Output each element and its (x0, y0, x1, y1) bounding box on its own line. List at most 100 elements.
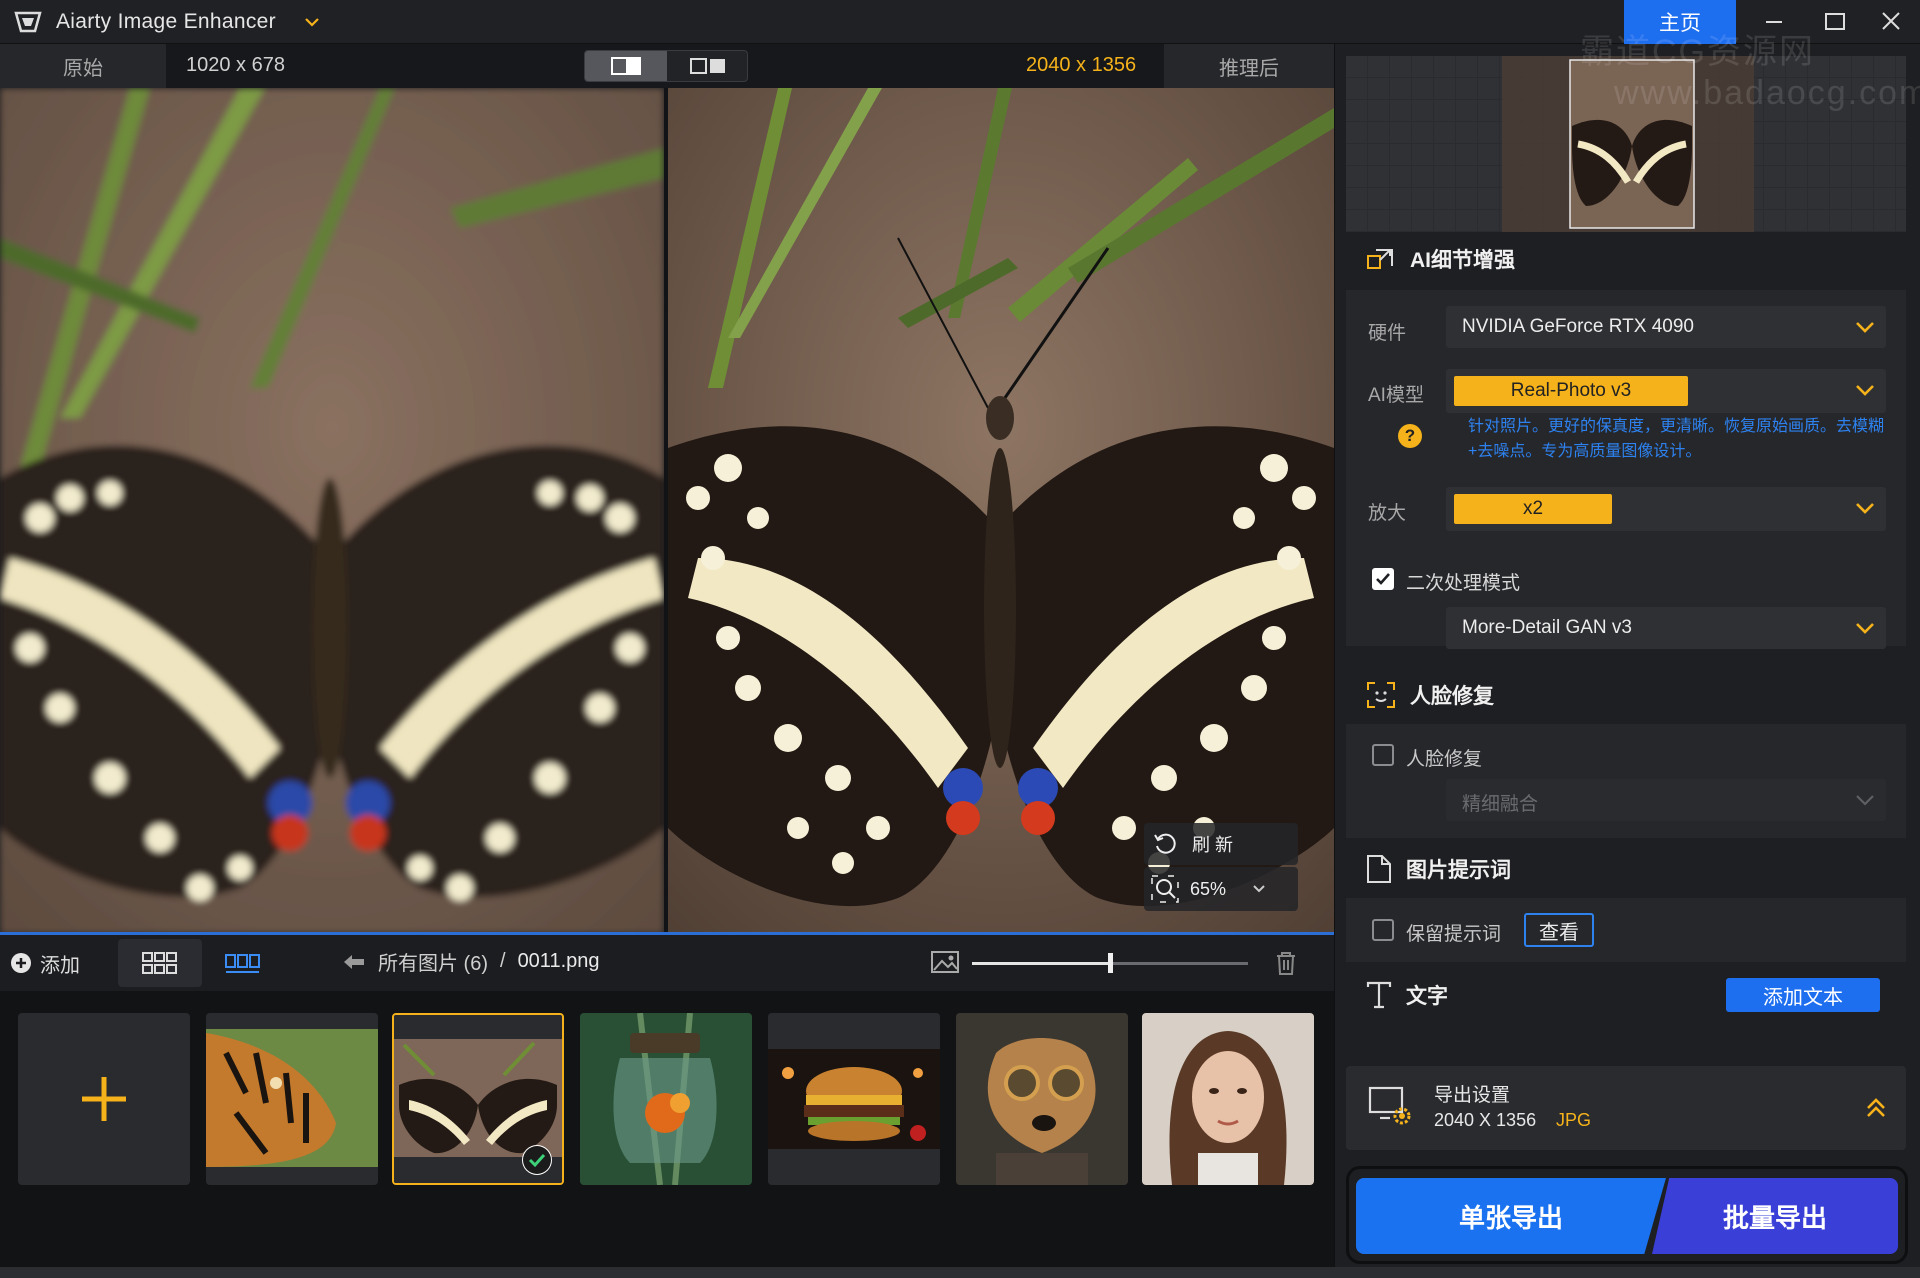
face-repair-checkbox[interactable] (1372, 744, 1394, 766)
text-title: 文字 (1406, 985, 1448, 1008)
scale-dropdown[interactable]: x2 (1446, 487, 1886, 531)
image-prompt-title: 图片提示词 (1406, 859, 1511, 882)
export-settings-card[interactable]: 导出设置 2040 X 1356 JPG (1346, 1066, 1906, 1150)
add-label: 添加 (40, 954, 80, 977)
butterfly-enhanced-image (668, 88, 1334, 934)
export-size: 2040 X 1356 (1434, 1110, 1537, 1130)
scale-value: x2 (1454, 494, 1612, 524)
single-view-icon (611, 57, 641, 75)
original-label: 原始 (0, 44, 166, 88)
original-preview[interactable] (0, 88, 664, 934)
view-prompt-button[interactable]: 查看 (1524, 913, 1594, 947)
add-images-button[interactable]: 添加 (0, 935, 116, 991)
export-format: JPG (1556, 1110, 1592, 1130)
model-value: Real-Photo v3 (1454, 376, 1688, 406)
bottom-status-bar (0, 1267, 1920, 1278)
slider-handle[interactable] (1108, 953, 1113, 973)
text-header: 文字 (1366, 980, 1448, 1010)
thumbnail-jar-forest[interactable] (580, 1013, 752, 1185)
refresh-icon (1154, 833, 1176, 854)
steampunk-dog-image (956, 1013, 1128, 1185)
enhanced-preview[interactable] (668, 88, 1334, 934)
ai-enhance-header: AI细节增强 (1366, 244, 1515, 274)
model-description: 针对照片。更好的保真度，更清晰。恢复原始画质。去模糊+去噪点。专为高质量图像设计… (1468, 418, 1885, 460)
enhance-icon (1367, 249, 1393, 269)
batch-export-button[interactable]: 批量导出 (1652, 1178, 1898, 1254)
watermark-text: 霸道CG资源网 (1580, 33, 1815, 71)
breadcrumb-file: 0011.png (517, 950, 600, 972)
original-size: 1020 x 678 (186, 54, 285, 76)
help-icon[interactable]: ? (1398, 424, 1422, 448)
maximize-icon[interactable] (1816, 8, 1852, 36)
add-circle-icon (11, 953, 31, 973)
strip-view-button[interactable] (208, 939, 278, 987)
face-mode-value: 精细融合 (1462, 794, 1539, 815)
close-icon[interactable] (1872, 8, 1908, 36)
thumbnail-burger[interactable] (768, 1013, 940, 1185)
face-mode-dropdown: 精细融合 (1446, 779, 1886, 821)
keep-prompt-label: 保留提示词 (1406, 924, 1502, 945)
breadcrumb: 所有图片 (6) / 0011.png (342, 947, 600, 976)
view-mode-toggle[interactable] (584, 50, 748, 82)
app-logo-icon (14, 11, 42, 33)
ai-enhance-title: AI细节增强 (1410, 249, 1515, 272)
chevron-down-icon[interactable] (304, 14, 320, 30)
butterfly-original-image (0, 88, 664, 934)
face-repair-label: 人脸修复 (1406, 749, 1483, 770)
single-view-button[interactable] (585, 51, 667, 81)
app-title: Aiarty Image Enhancer (56, 10, 276, 33)
scale-label: 放大 (1368, 503, 1407, 524)
after-label: 推理后 (1164, 44, 1334, 88)
second-pass-label: 二次处理模式 (1406, 573, 1521, 594)
slider-fill (972, 962, 1110, 965)
hardware-value: NVIDIA GeForce RTX 4090 (1462, 316, 1694, 337)
thumbnail-tiger[interactable] (206, 1013, 378, 1185)
portrait-image (1142, 1013, 1314, 1185)
zoom-dropdown[interactable]: 65% (1144, 867, 1298, 911)
second-pass-checkbox[interactable] (1372, 568, 1394, 590)
keep-prompt-checkbox[interactable] (1372, 919, 1394, 941)
model-label: AI模型 (1368, 385, 1424, 406)
second-pass-dropdown[interactable]: More-Detail GAN v3 (1446, 607, 1886, 649)
watermark-url: www.badaocg.com (1614, 74, 1920, 112)
face-repair-title: 人脸修复 (1410, 685, 1494, 708)
back-arrow-icon[interactable] (342, 953, 366, 971)
face-repair-header: 人脸修复 (1366, 680, 1494, 710)
double-chevron-up-icon[interactable] (1864, 1096, 1888, 1120)
thumbnail-steampunk-dog[interactable] (956, 1013, 1128, 1185)
jar-forest-image (580, 1013, 752, 1185)
chevron-down-icon (1856, 322, 1874, 333)
tiger-image (206, 1013, 378, 1185)
add-image-tile[interactable] (18, 1013, 190, 1185)
refresh-button[interactable]: 刷 新 (1144, 823, 1298, 865)
second-pass-value: More-Detail GAN v3 (1462, 617, 1632, 638)
thumbnail-portrait[interactable] (1142, 1013, 1314, 1185)
split-view-icon (690, 58, 725, 74)
single-export-button[interactable]: 单张导出 (1356, 1178, 1666, 1254)
zoom-icon (1151, 875, 1179, 903)
chevron-down-icon (1856, 623, 1874, 634)
hardware-dropdown[interactable]: NVIDIA GeForce RTX 4090 (1446, 306, 1886, 348)
export-settings-icon (1368, 1086, 1411, 1125)
plus-icon (82, 1077, 126, 1121)
model-dropdown[interactable]: Real-Photo v3 (1446, 369, 1886, 413)
output-size: 2040 x 1356 (1026, 54, 1137, 76)
selected-check-icon (522, 1145, 552, 1175)
grid-view-button[interactable] (118, 939, 202, 987)
hardware-label: 硬件 (1368, 323, 1407, 344)
face-scan-icon (1367, 682, 1395, 708)
breadcrumb-separator: / (500, 950, 506, 972)
chevron-down-icon (1856, 503, 1874, 514)
check-icon (1376, 573, 1390, 585)
refresh-label: 刷 新 (1192, 835, 1234, 855)
breadcrumb-all-images[interactable]: 所有图片 (6) (378, 947, 488, 976)
split-view-button[interactable] (667, 51, 747, 81)
chevron-down-icon (1856, 795, 1874, 806)
add-text-button[interactable]: 添加文本 (1726, 978, 1880, 1012)
grid-view-icon (142, 952, 177, 974)
export-title: 导出设置 (1434, 1085, 1511, 1106)
image-prompt-header: 图片提示词 (1366, 854, 1511, 884)
text-icon (1366, 981, 1392, 1009)
chevron-down-icon (1856, 385, 1874, 396)
trash-icon[interactable] (1272, 949, 1300, 977)
